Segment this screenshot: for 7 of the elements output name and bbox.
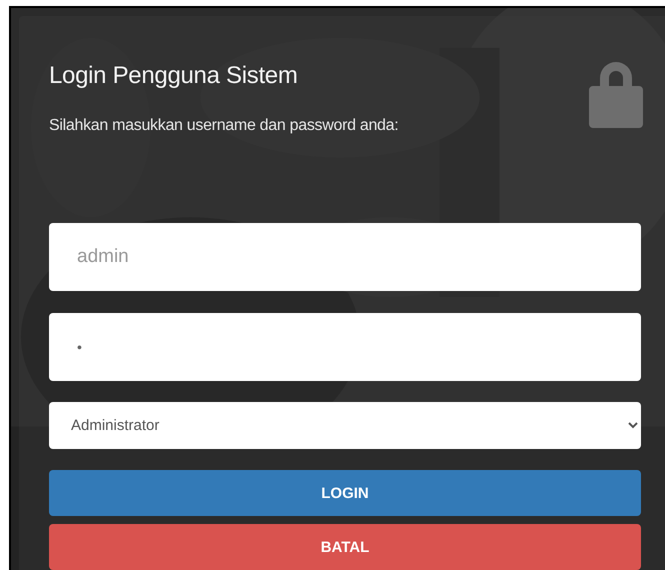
login-button[interactable]: LOGIN	[49, 470, 641, 516]
cancel-button[interactable]: BATAL	[49, 524, 641, 570]
login-instruction: Silahkan masukkan username dan password anda:	[49, 117, 398, 135]
login-title: Login Pengguna Sistem	[49, 61, 299, 91]
role-select[interactable]: Administrator	[49, 402, 641, 449]
username-field[interactable]: admin	[49, 223, 641, 291]
password-field[interactable]: •	[49, 313, 641, 381]
